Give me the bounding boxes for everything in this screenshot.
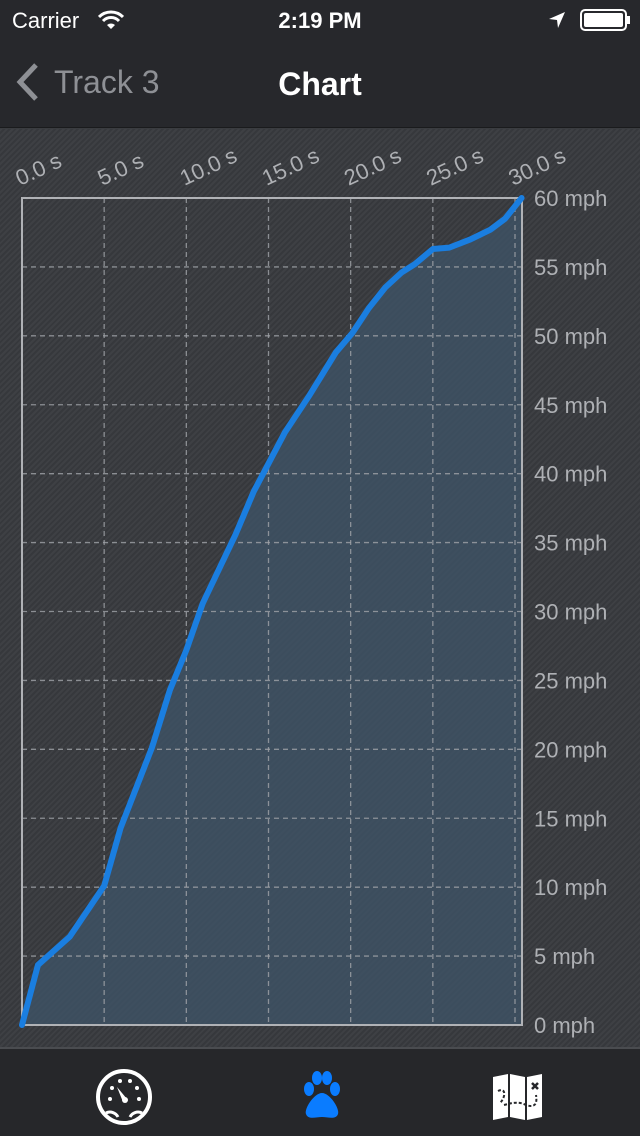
x-tick-label: 30.0 s — [505, 143, 570, 191]
y-tick-label: 40 mph — [534, 462, 607, 487]
y-tick-label: 50 mph — [534, 324, 607, 349]
tab-map[interactable] — [490, 1067, 550, 1123]
tab-bar — [0, 1047, 640, 1136]
y-tick-label: 55 mph — [534, 255, 607, 280]
y-tick-label: 0 mph — [534, 1013, 595, 1038]
page-title: Chart — [278, 66, 362, 102]
y-tick-label: 30 mph — [534, 600, 607, 625]
x-tick-label: 5.0 s — [94, 148, 148, 191]
y-tick-label: 10 mph — [534, 875, 607, 900]
speed-chart: 0 mph 5 mph 10 mph 15 mph 20 mph 25 mph 30 mph… — [12, 143, 608, 1038]
x-tick-label: 15.0 s — [258, 143, 323, 191]
clock: 2:19 PM — [278, 8, 362, 33]
y-tick-label: 15 mph — [534, 806, 607, 831]
battery-icon — [580, 9, 630, 31]
navigation-bar: Track 3 Chart — [0, 40, 640, 128]
y-tick-label: 25 mph — [534, 668, 607, 693]
treasure-map-icon — [493, 1074, 542, 1120]
location-arrow-icon — [549, 12, 565, 28]
chart-area: 0 mph 5 mph 10 mph 15 mph 20 mph 25 mph 30 mph… — [0, 129, 640, 1047]
x-tick-label: 10.0 s — [176, 143, 241, 191]
y-tick-label: 5 mph — [534, 944, 595, 969]
x-tick-label: 20.0 s — [340, 143, 405, 191]
tab-speedometer[interactable] — [94, 1067, 154, 1125]
x-tick-label: 25.0 s — [422, 143, 487, 191]
y-tick-label: 60 mph — [534, 186, 607, 211]
tab-paw[interactable] — [292, 1067, 352, 1123]
y-tick-label: 20 mph — [534, 737, 607, 762]
speedometer-icon — [96, 1069, 152, 1125]
x-tick-label: 0.0 s — [12, 148, 66, 191]
y-tick-label: 45 mph — [534, 393, 607, 418]
status-bar: Carrier 2:19 PM — [0, 0, 640, 40]
y-tick-label: 35 mph — [534, 531, 607, 556]
paw-icon — [304, 1071, 340, 1118]
